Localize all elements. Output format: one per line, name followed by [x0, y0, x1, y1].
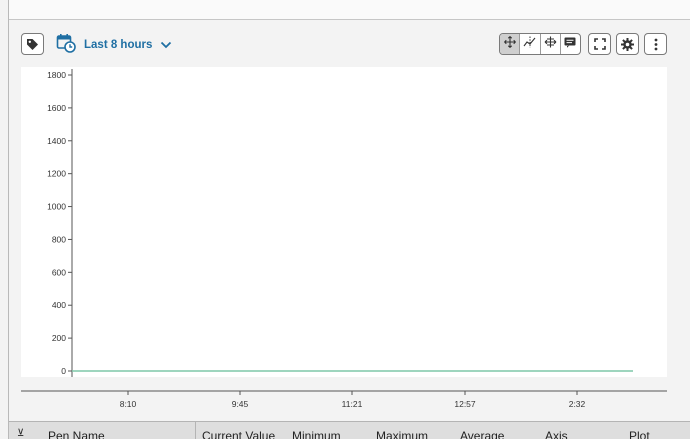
- y-tick-label: 200: [52, 333, 66, 343]
- range-zoom-mode-button[interactable]: [541, 34, 561, 54]
- chart-svg: 1800 1600 1400 1200 1000 800 600 400 200 0: [47, 69, 633, 377]
- column-header-plot[interactable]: Plot: [629, 429, 650, 439]
- interaction-mode-group: [499, 33, 581, 55]
- x-tick-label: 11:21: [342, 399, 363, 409]
- pen-table-header: ⊻ Pen Name Current Value Minimum Maximum…: [9, 421, 690, 439]
- x-tick-label: 8:10: [120, 399, 137, 409]
- y-tick-label: 1200: [47, 169, 66, 179]
- fullscreen-icon: [593, 38, 606, 50]
- y-tick-label: 600: [52, 267, 66, 277]
- panel-header: [9, 0, 690, 20]
- column-header-minimum[interactable]: Minimum: [292, 429, 341, 439]
- range-zoom-icon: [544, 35, 557, 53]
- column-header-current-value[interactable]: Current Value: [202, 429, 275, 439]
- y-tick-label: 0: [61, 366, 66, 376]
- column-header-pen-name[interactable]: Pen Name: [48, 429, 105, 439]
- column-header-axis[interactable]: Axis: [545, 429, 568, 439]
- y-tick-label: 1400: [47, 136, 66, 146]
- calendar-clock-icon: [56, 33, 76, 58]
- x-tick-label: 2:32: [569, 399, 586, 409]
- y-tick-label: 1000: [47, 202, 66, 212]
- y-tick-label: 800: [52, 234, 66, 244]
- more-vertical-icon: [654, 38, 658, 51]
- time-range-label: Last 8 hours: [84, 39, 153, 51]
- chevron-down-icon: [160, 36, 172, 54]
- x-trace-icon: [523, 35, 536, 53]
- column-header-maximum[interactable]: Maximum: [376, 429, 428, 439]
- column-divider: [195, 422, 196, 439]
- y-tick-label: 1800: [47, 70, 66, 80]
- sort-icon[interactable]: ⊻: [17, 428, 24, 439]
- gear-icon: [621, 37, 634, 51]
- chart-toolbar: Last 8 hours: [21, 33, 669, 57]
- pan-icon: [503, 35, 516, 53]
- tag-button[interactable]: [21, 33, 44, 55]
- chart-plot-area[interactable]: 1800 1600 1400 1200 1000 800 600 400 200 0: [21, 67, 667, 377]
- time-range-selector[interactable]: Last 8 hours: [56, 33, 172, 58]
- y-tick-label: 1600: [47, 103, 66, 113]
- annotation-icon: [564, 35, 576, 53]
- fullscreen-button[interactable]: [588, 33, 611, 55]
- x-tick-label: 9:45: [232, 399, 249, 409]
- x-tick-label: 12:57: [454, 399, 476, 409]
- x-axis: 8:10 9:45 11:21 12:57 2:32: [21, 377, 667, 413]
- pan-mode-button[interactable]: [500, 34, 521, 54]
- y-tick-label: 400: [52, 300, 66, 310]
- column-header-average[interactable]: Average: [460, 429, 504, 439]
- x-axis-svg: 8:10 9:45 11:21 12:57 2:32: [21, 390, 667, 409]
- more-options-button[interactable]: [644, 33, 667, 55]
- x-trace-mode-button[interactable]: [520, 34, 541, 54]
- settings-button[interactable]: [616, 33, 639, 55]
- tag-icon: [26, 38, 39, 51]
- annotation-mode-button[interactable]: [561, 34, 580, 54]
